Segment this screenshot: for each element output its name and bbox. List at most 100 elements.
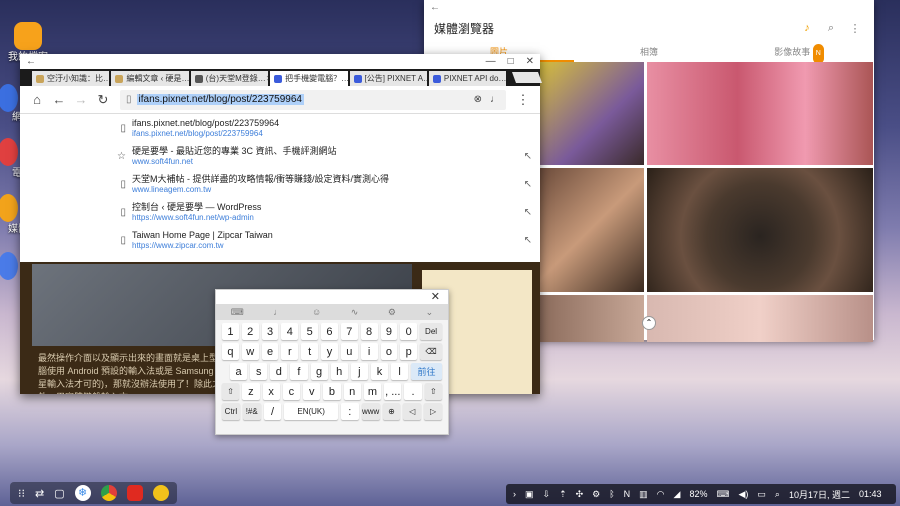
back-icon[interactable]: ←	[430, 2, 440, 13]
delete-key[interactable]: Del	[420, 323, 442, 340]
key[interactable]: 5	[301, 323, 319, 340]
suggestion-item[interactable]: ▯ 天堂M大補帖 - 提供詳盡的攻略情報/衝等賺錢/設定資料/實測心得 www.l…	[20, 170, 540, 198]
fill-arrow-icon[interactable]: ↖	[524, 151, 532, 162]
browser-tab[interactable]: 空汙小知識：比…✕	[32, 71, 110, 86]
right-arrow-key[interactable]: ▷	[424, 403, 442, 420]
microphone-icon[interactable]: ♩	[273, 307, 282, 317]
settings-icon[interactable]: ⚙	[592, 489, 600, 500]
emoji-icon[interactable]: ☺	[312, 307, 321, 317]
vibrate-icon[interactable]: ▥	[639, 489, 648, 500]
nfc-icon[interactable]: N	[624, 489, 631, 499]
close-icon[interactable]: ✕	[526, 56, 534, 67]
gallery-app-icon[interactable]	[0, 194, 18, 222]
key[interactable]: 8	[360, 323, 378, 340]
chevron-down-icon[interactable]: ⌄	[426, 307, 434, 318]
key[interactable]: 4	[281, 323, 299, 340]
key[interactable]: s	[250, 363, 268, 380]
network-icon[interactable]: ✣	[576, 489, 584, 500]
shift-key[interactable]: ⇧	[424, 383, 442, 400]
search-icon[interactable]: ⌕	[775, 489, 780, 500]
key[interactable]: m	[363, 383, 382, 400]
key[interactable]: , ...	[384, 383, 402, 400]
browser-tab[interactable]: [公告] PIXNET A…✕	[349, 71, 427, 86]
symbols-key[interactable]: !#&	[242, 403, 261, 420]
bluetooth-icon[interactable]: ᛒ	[609, 489, 614, 499]
photo-thumbnail[interactable]	[536, 295, 644, 342]
key[interactable]: d	[270, 363, 288, 380]
key[interactable]: r	[281, 343, 299, 360]
fill-arrow-icon[interactable]: ↖	[524, 207, 532, 218]
key[interactable]: t	[301, 343, 319, 360]
bell-icon[interactable]: ♪	[798, 22, 816, 34]
wifi-icon[interactable]: ◠	[657, 489, 665, 500]
globe-key[interactable]: ⊕	[382, 403, 401, 420]
go-key[interactable]: 前往	[411, 363, 442, 380]
menu-icon[interactable]: ⋮	[512, 92, 534, 108]
gallery-app-icon[interactable]	[152, 485, 169, 501]
expand-icon[interactable]: ›	[513, 489, 516, 499]
key[interactable]: p	[400, 343, 418, 360]
scroll-up-button[interactable]: ⌃	[642, 316, 656, 330]
key[interactable]: 7	[340, 323, 358, 340]
key[interactable]: z	[242, 383, 260, 400]
key[interactable]: u	[340, 343, 358, 360]
browser-tab[interactable]: (台)天堂M登錄…✕	[190, 71, 269, 86]
image-icon[interactable]: ▣	[525, 489, 534, 500]
back-icon[interactable]: ←	[48, 92, 70, 107]
photo-thumbnail[interactable]	[647, 295, 873, 342]
key[interactable]: :	[340, 403, 359, 420]
search-icon[interactable]: ⌕	[822, 22, 840, 35]
home-icon[interactable]: ▢	[54, 487, 64, 500]
key[interactable]: f	[290, 363, 308, 380]
key[interactable]: a	[230, 363, 248, 380]
forward-icon[interactable]: →	[70, 92, 92, 107]
key[interactable]: w	[241, 343, 259, 360]
suggestion-item[interactable]: ▯ 控制台 ‹ 硬是要學 — WordPress https://www.soft…	[20, 198, 540, 226]
key[interactable]: /	[263, 403, 282, 420]
key[interactable]: g	[310, 363, 328, 380]
minimize-icon[interactable]: —	[486, 56, 496, 67]
download-icon[interactable]: ⇩	[543, 489, 551, 500]
back-icon[interactable]: ←	[26, 56, 36, 67]
photo-thumbnail[interactable]	[536, 168, 644, 292]
space-key[interactable]: EN(UK)	[284, 403, 338, 420]
recent-apps-icon[interactable]: ⇄	[35, 487, 44, 500]
key[interactable]: j	[350, 363, 368, 380]
photo-thumbnail[interactable]	[647, 168, 873, 292]
key[interactable]: i	[360, 343, 378, 360]
fill-arrow-icon[interactable]: ↖	[524, 235, 532, 246]
maximize-icon[interactable]: □	[508, 56, 514, 67]
chrome-app-icon[interactable]	[100, 485, 117, 501]
www-key[interactable]: www	[361, 403, 380, 420]
key[interactable]: n	[343, 383, 361, 400]
left-arrow-key[interactable]: ◁	[403, 403, 422, 420]
screen-icon[interactable]: ▭	[757, 489, 766, 500]
suggestion-item[interactable]: ▯ ifans.pixnet.net/blog/post/223759964 if…	[20, 114, 540, 142]
key[interactable]: y	[321, 343, 338, 360]
backspace-key[interactable]: ⌫	[420, 343, 442, 360]
suggestion-item[interactable]: ☆ 硬是要學 - 最貼近您的專業 3C 資訊、手機評測網站 www.soft4fu…	[20, 142, 540, 170]
clear-icon[interactable]: ⊗	[474, 94, 482, 105]
browser-tab[interactable]: PIXNET API do…✕	[428, 71, 507, 86]
key[interactable]: x	[262, 383, 280, 400]
key[interactable]: b	[323, 383, 341, 400]
key[interactable]: l	[391, 363, 409, 380]
browser-tab[interactable]: 編輯文章 ‹ 硬是…✕	[111, 71, 189, 86]
app-icon[interactable]	[0, 252, 18, 280]
tab-stories[interactable]: 影像故事 N	[724, 42, 874, 64]
more-options-icon[interactable]: ⋮	[846, 22, 864, 35]
phone-app-icon[interactable]	[0, 138, 18, 166]
key[interactable]: 9	[380, 323, 398, 340]
suggestion-item[interactable]: ▯ Taiwan Home Page | Zipcar Taiwan https:…	[20, 226, 540, 254]
fill-arrow-icon[interactable]: ↖	[524, 179, 532, 190]
youtube-app-icon[interactable]	[126, 485, 143, 501]
key[interactable]: 3	[261, 323, 279, 340]
apps-grid-icon[interactable]: ⁝⁝	[18, 487, 25, 500]
tab-albums[interactable]: 相簿	[574, 42, 724, 62]
keyboard-icon[interactable]: ⌨	[231, 307, 244, 318]
key[interactable]: h	[330, 363, 348, 380]
key[interactable]: o	[380, 343, 398, 360]
handwriting-icon[interactable]: ∿	[351, 307, 359, 318]
keyboard-close-button[interactable]: ✕	[216, 290, 448, 304]
microphone-icon[interactable]: ♩	[490, 94, 500, 105]
